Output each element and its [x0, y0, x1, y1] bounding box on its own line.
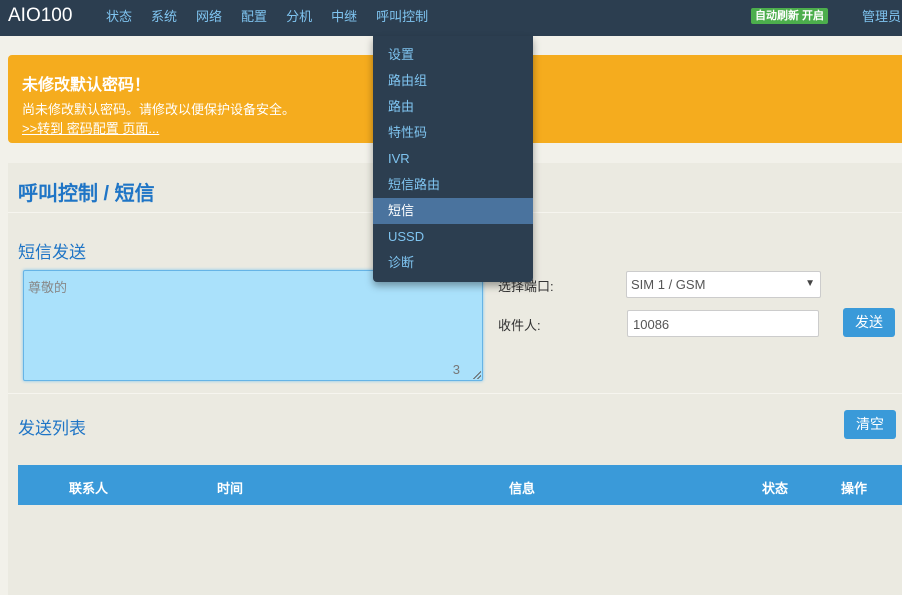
nav-item-trunks[interactable]: 中继 [331, 0, 357, 36]
menu-item-feature-codes[interactable]: 特性码 [373, 120, 533, 146]
menu-item-route-groups[interactable]: 路由组 [373, 68, 533, 94]
main-nav: 状态 系统 网络 配置 分机 中继 呼叫控制 [106, 0, 447, 36]
menu-item-diagnostics[interactable]: 诊断 [373, 250, 533, 276]
chevron-down-icon: ▼ [805, 278, 815, 289]
nav-item-system[interactable]: 系统 [151, 0, 177, 36]
sent-table-header: 联系人 时间 信息 状态 操作 [18, 465, 902, 505]
nav-item-config[interactable]: 配置 [241, 0, 267, 36]
admin-menu[interactable]: 管理员 [862, 0, 901, 34]
char-counter: 3 [452, 362, 460, 377]
nav-item-call-control[interactable]: 呼叫控制 [376, 0, 428, 36]
recipient-label: 收件人: [498, 318, 541, 333]
menu-item-ivr[interactable]: IVR [373, 146, 533, 172]
call-control-dropdown: 设置 路由组 路由 特性码 IVR 短信路由 短信 USSD 诊断 [373, 36, 533, 282]
sent-list-heading: 发送列表 [18, 419, 86, 438]
menu-item-sms-routes[interactable]: 短信路由 [373, 172, 533, 198]
resize-handle-icon[interactable] [473, 371, 481, 379]
send-button[interactable]: 发送 [843, 308, 895, 337]
menu-item-settings[interactable]: 设置 [373, 42, 533, 68]
menu-item-sms[interactable]: 短信 [373, 198, 533, 224]
port-select[interactable]: SIM 1 / GSM ▼ [626, 271, 821, 298]
column-header-message[interactable]: 信息 [509, 478, 535, 497]
nav-item-status[interactable]: 状态 [106, 0, 132, 36]
sms-send-heading: 短信发送 [18, 243, 86, 262]
alert-title: 未修改默认密码！ [22, 77, 151, 94]
column-header-contact[interactable]: 联系人 [69, 478, 108, 497]
password-config-link[interactable]: >>转到 密码配置 页面... [22, 118, 159, 137]
column-header-status[interactable]: 状态 [762, 478, 788, 497]
top-navbar: AIO100 状态 系统 网络 配置 分机 中继 呼叫控制 自动刷新 开启 管理… [0, 0, 902, 36]
menu-item-ussd[interactable]: USSD [373, 224, 533, 250]
column-header-actions: 操作 [841, 481, 868, 496]
message-textarea[interactable]: 尊敬的 3 [23, 270, 483, 381]
recipient-input[interactable]: 10086 [627, 310, 819, 337]
nav-item-extensions[interactable]: 分机 [286, 0, 312, 36]
brand-logo[interactable]: AIO100 [8, 5, 72, 27]
message-text: 尊敬的 [28, 280, 68, 295]
recipient-value: 10086 [633, 317, 670, 332]
port-select-value: SIM 1 / GSM [631, 277, 706, 292]
menu-item-routes[interactable]: 路由 [373, 94, 533, 120]
divider [8, 393, 902, 394]
column-header-time[interactable]: 时间 [217, 478, 243, 497]
nav-item-network[interactable]: 网络 [196, 0, 222, 36]
clear-button[interactable]: 清空 [844, 410, 896, 439]
alert-text: 尚未修改默认密码。请修改以便保护设备安全。 [22, 102, 296, 117]
page-title: 呼叫控制 / 短信 [18, 183, 155, 205]
auto-refresh-badge[interactable]: 自动刷新 开启 [751, 8, 829, 24]
